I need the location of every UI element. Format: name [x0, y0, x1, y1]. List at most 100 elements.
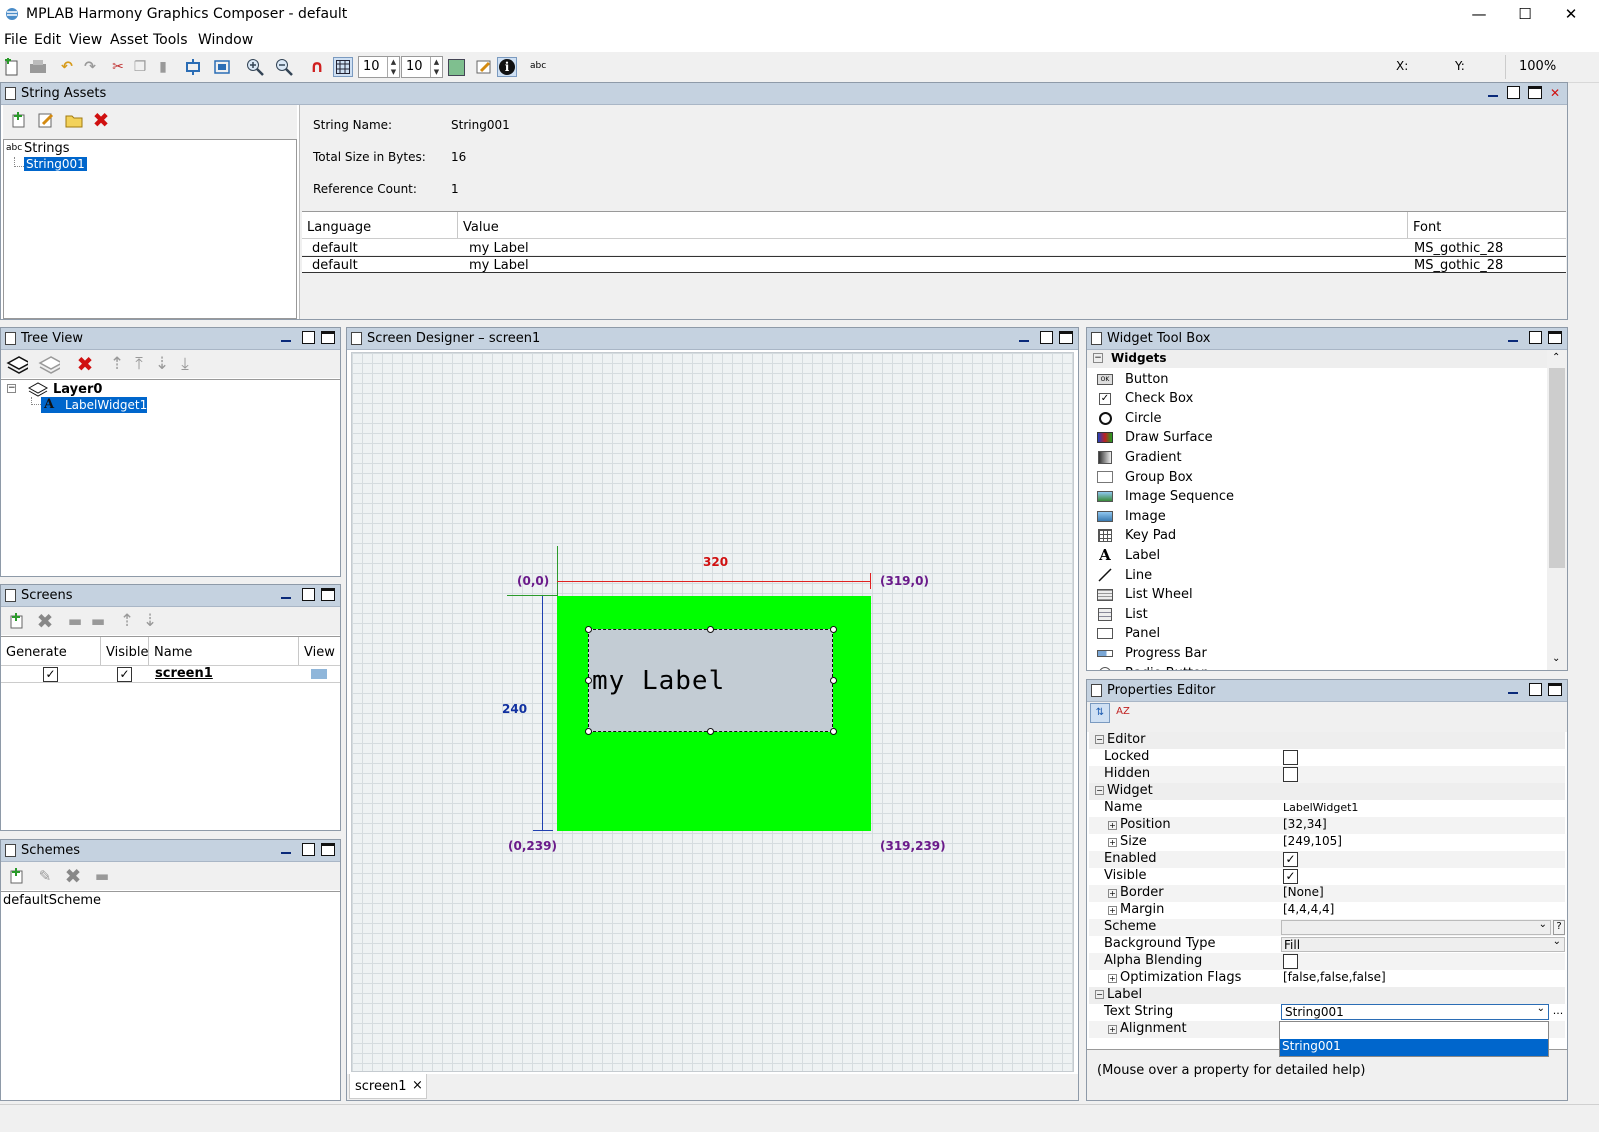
widget-item-check-box[interactable]: ✓ Check Box — [1097, 389, 1193, 409]
screen-name[interactable]: screen1 — [155, 666, 213, 681]
abc-text-icon[interactable]: abc — [530, 61, 546, 71]
table-row[interactable]: default my Label MS_gothic_28 — [302, 256, 1566, 273]
open-folder-icon[interactable] — [63, 107, 85, 133]
prop-border[interactable]: + Border [None] — [1089, 885, 1565, 902]
move-bottom-icon[interactable]: ⤓ — [174, 351, 196, 377]
info-icon[interactable]: i — [497, 57, 517, 77]
maximize-panel-icon[interactable] — [320, 843, 336, 859]
design-canvas[interactable]: 320 240 (0,0) (319,0) (0,239) (319,239) … — [351, 352, 1074, 1072]
resize-handle[interactable] — [707, 626, 714, 633]
prop-size-value[interactable]: [249,105] — [1283, 834, 1342, 848]
restore-panel-icon[interactable] — [300, 331, 316, 347]
restore-panel-icon[interactable] — [300, 588, 316, 604]
enabled-checkbox[interactable]: ✓ — [1283, 852, 1298, 867]
expand-icon[interactable]: + — [1108, 838, 1117, 847]
sort-category-icon[interactable]: ⇅ — [1090, 703, 1110, 723]
table-row[interactable]: default my Label MS_gothic_28 — [302, 239, 1566, 256]
dropdown-option-selected[interactable]: String001 — [1280, 1039, 1548, 1056]
prop-bg-type[interactable]: Background Type Fill ⌄ — [1089, 936, 1565, 953]
strings-root[interactable]: Strings — [24, 141, 70, 156]
maximize-button[interactable]: ☐ — [1502, 0, 1548, 30]
maximize-panel-icon[interactable] — [1527, 86, 1543, 102]
prop-scheme[interactable]: Scheme ⌄ ? — [1089, 919, 1565, 936]
expand-icon[interactable]: + — [1108, 821, 1117, 830]
layer0-node[interactable]: Layer0 — [53, 382, 102, 397]
widget-item-progress-bar[interactable]: Progress Bar — [1097, 643, 1207, 663]
prop-opt-flags[interactable]: + Optimization Flags [false,false,false] — [1089, 970, 1565, 987]
section-label[interactable]: − Label — [1089, 987, 1565, 1004]
resize-handle[interactable] — [585, 728, 592, 735]
prop-margin-value[interactable]: [4,4,4,4] — [1283, 902, 1334, 916]
prop-locked[interactable]: Locked — [1089, 749, 1565, 766]
copy-screen-icon[interactable]: ▬ — [64, 608, 86, 634]
list-item[interactable]: defaultScheme — [3, 893, 101, 908]
collapse-icon[interactable]: − — [7, 384, 16, 393]
prop-margin[interactable]: + Margin [4,4,4,4] — [1089, 902, 1565, 919]
col-view[interactable]: View — [299, 637, 340, 665]
col-font[interactable]: Font — [1408, 212, 1566, 238]
scheme-dropdown[interactable]: ⌄ — [1281, 919, 1551, 935]
screen-up-icon[interactable]: ⇡ — [116, 608, 138, 634]
hidden-checkbox[interactable] — [1283, 767, 1298, 782]
widget-item-circle[interactable]: Circle — [1097, 408, 1162, 428]
zoom-out-icon[interactable] — [274, 57, 294, 77]
widget-scrollbar[interactable]: ⌃ ⌄ — [1547, 350, 1567, 670]
restore-panel-icon[interactable] — [1038, 331, 1054, 347]
grid-toggle-icon[interactable] — [333, 57, 353, 77]
col-name[interactable]: Name — [149, 637, 299, 665]
widget-item-draw-surface[interactable]: Draw Surface — [1097, 428, 1213, 448]
scroll-down-icon[interactable]: ⌄ — [1552, 653, 1560, 664]
table-row[interactable]: ✓ ✓ screen1 — [1, 666, 340, 683]
widget-item-gradient[interactable]: Gradient — [1097, 447, 1182, 467]
undo-icon[interactable]: ↶ — [57, 57, 77, 77]
edit-scheme-icon[interactable]: ✎ — [34, 863, 56, 889]
grid-x-spinner[interactable]: 10 ▲ ▼ — [358, 56, 400, 78]
expand-icon[interactable]: + — [1108, 1025, 1117, 1034]
menu-window[interactable]: Window — [198, 32, 253, 48]
maximize-panel-icon[interactable] — [320, 331, 336, 347]
minimize-panel-icon[interactable] — [1505, 683, 1521, 699]
new-file-icon[interactable] — [2, 57, 22, 77]
restore-panel-icon[interactable] — [1527, 683, 1543, 699]
collapse-icon[interactable]: − — [1095, 735, 1104, 744]
move-top-icon[interactable]: ⤒ — [128, 351, 150, 377]
fit-screen-icon[interactable] — [183, 57, 203, 77]
menu-edit[interactable]: Edit — [34, 32, 61, 48]
resize-handle[interactable] — [830, 677, 837, 684]
close-window-button[interactable]: ✕ — [1548, 0, 1594, 30]
scroll-thumb[interactable] — [1549, 368, 1565, 568]
screen-area[interactable]: my Label — [557, 596, 871, 831]
generate-checkbox[interactable]: ✓ — [43, 667, 58, 682]
widget-item-panel[interactable]: Panel — [1097, 624, 1160, 644]
tab-close-icon[interactable]: × — [412, 1078, 423, 1093]
edit-note-icon[interactable] — [474, 57, 494, 77]
restore-panel-icon[interactable] — [1505, 86, 1521, 102]
prop-position-value[interactable]: [32,34] — [1283, 817, 1327, 831]
screen-down-icon[interactable]: ⇣ — [139, 608, 161, 634]
resize-handle[interactable] — [830, 626, 837, 633]
resize-handle[interactable] — [585, 677, 592, 684]
add-widget-layer-icon[interactable] — [38, 351, 60, 377]
maximize-panel-icon[interactable] — [320, 588, 336, 604]
redo-icon[interactable]: ↷ — [80, 57, 100, 77]
delete-string-icon[interactable]: ✖ — [90, 107, 112, 133]
widget-item-list[interactable]: List — [1097, 604, 1148, 624]
screen-view-icon[interactable] — [311, 669, 327, 679]
prop-opt-flags-value[interactable]: [false,false,false] — [1283, 970, 1386, 984]
visible-checkbox[interactable]: ✓ — [117, 667, 132, 682]
expand-icon[interactable]: + — [1108, 889, 1117, 898]
label-widget[interactable]: my Label — [585, 626, 837, 735]
widget-item-radio-button[interactable]: Radio Button — [1097, 663, 1209, 670]
widget-item-line[interactable]: Line — [1097, 565, 1152, 585]
bg-type-dropdown[interactable]: Fill ⌄ — [1281, 936, 1565, 952]
add-screen-icon[interactable] — [6, 608, 28, 634]
widget-item-image[interactable]: Image — [1097, 506, 1166, 526]
text-string-more-button[interactable]: ... — [1551, 1004, 1565, 1020]
maximize-panel-icon[interactable] — [1547, 331, 1563, 347]
snap-magnet-icon[interactable]: ∩ — [307, 57, 327, 77]
edit-string-icon[interactable] — [35, 107, 57, 133]
prop-alpha[interactable]: Alpha Blending — [1089, 953, 1565, 970]
delete-scheme-icon[interactable]: ✖ — [62, 863, 84, 889]
widget-item-label[interactable]: A Label — [1097, 545, 1160, 565]
prop-name-value[interactable]: LabelWidget1 — [1283, 801, 1358, 814]
